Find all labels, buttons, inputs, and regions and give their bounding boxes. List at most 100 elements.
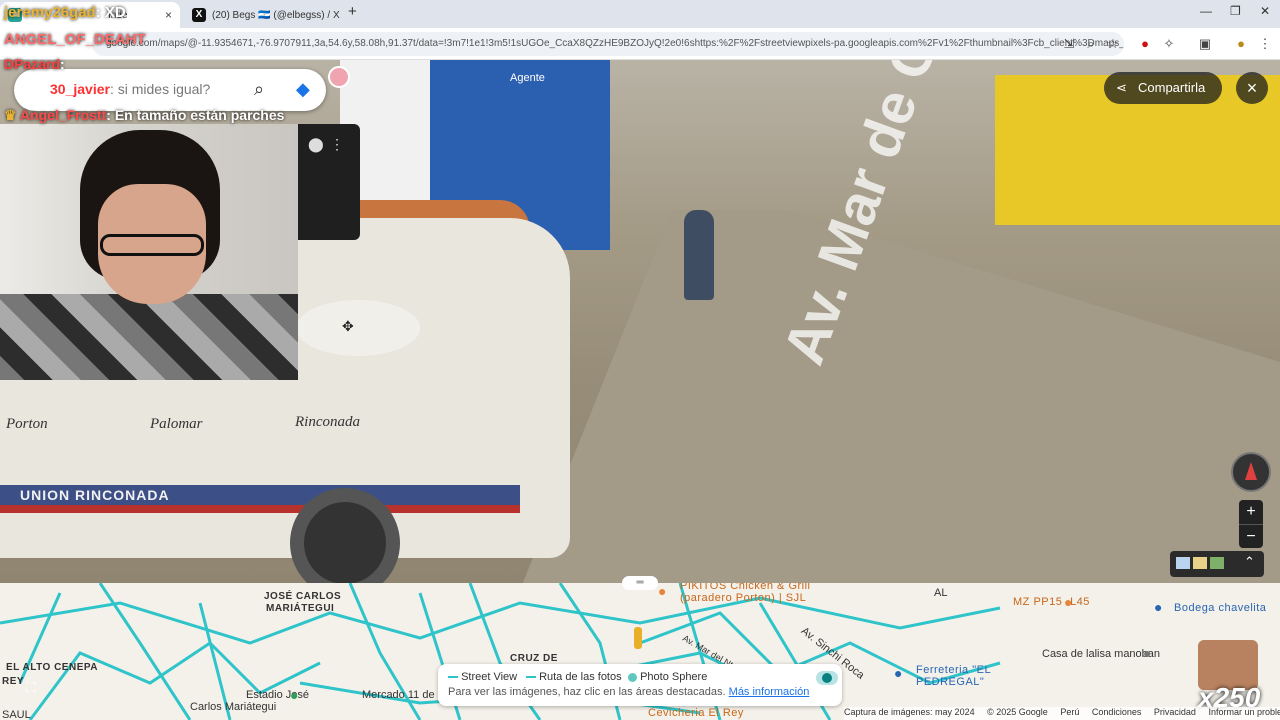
zoom-out-button[interactable]: − bbox=[1239, 524, 1263, 548]
map-label: CRUZ DE bbox=[510, 653, 558, 664]
cast-icon[interactable]: ▣ bbox=[1196, 35, 1214, 53]
zoom-in-button[interactable]: + bbox=[1239, 500, 1263, 524]
map-label: EL ALTO CENEPA bbox=[6, 662, 99, 673]
search-icon[interactable]: ⌕ bbox=[254, 79, 264, 100]
place-pin-icon[interactable]: ● bbox=[1143, 645, 1151, 661]
street-view-legend: Street View Ruta de las fotos Photo Sphe… bbox=[438, 664, 842, 706]
shop-pin-icon[interactable]: ● bbox=[1064, 594, 1072, 610]
van-label: Palomar bbox=[150, 416, 203, 432]
webcam-shirt bbox=[0, 294, 298, 380]
bookmark-star-icon[interactable]: ☆ bbox=[1104, 35, 1122, 53]
chat-message: ♛ Angel_Frostt: En tamaño están parches bbox=[4, 107, 284, 124]
poi-label[interactable]: MZ PP15 -L45 bbox=[1013, 596, 1090, 608]
privacy-link[interactable]: Privacidad bbox=[1154, 707, 1196, 717]
opera-icon[interactable]: ● bbox=[1136, 35, 1154, 53]
navigation-cursor[interactable]: ✥ bbox=[296, 300, 420, 356]
profile-avatar[interactable]: ● bbox=[1232, 35, 1250, 53]
location-pin-icon[interactable]: ⬤ bbox=[308, 136, 324, 153]
chat-message: 30_javier: si mides igual? bbox=[50, 81, 210, 97]
layer-thumb[interactable] bbox=[1193, 557, 1207, 569]
url-field[interactable]: google.com/maps/@-11.9354671,-76.9707911… bbox=[92, 32, 1124, 56]
layer-thumb[interactable] bbox=[1210, 557, 1224, 569]
fullscreen-icon[interactable]: ⛶ bbox=[26, 679, 36, 696]
chat-message: ANGEL_OF_DEAHT bbox=[4, 31, 146, 48]
menu-kebab-icon[interactable]: ⋮ bbox=[1256, 35, 1274, 53]
van-wheel bbox=[290, 488, 400, 598]
copyright: © 2025 Google bbox=[987, 707, 1048, 717]
map-footer: Captura de imágenes: may 2024 © 2025 Goo… bbox=[844, 707, 1280, 720]
hardware-pin-icon[interactable]: ● bbox=[894, 665, 902, 681]
x-icon: X bbox=[192, 8, 206, 22]
compass-needle bbox=[1245, 462, 1257, 480]
chat-text: : XD bbox=[95, 4, 126, 21]
line-swatch-icon bbox=[448, 676, 458, 679]
close-street-view-button[interactable]: × bbox=[1236, 72, 1268, 104]
van-stripe: UNION RINCONADA bbox=[0, 485, 520, 507]
chat-badge-icon: ♛ bbox=[4, 107, 20, 123]
street-view-pegman-icon[interactable] bbox=[328, 66, 350, 88]
pegman-marker[interactable] bbox=[634, 627, 642, 649]
tab-bar: ■ Inde × X (20) Begs 🇳🇮 (@elbegss) / X ×… bbox=[0, 0, 1280, 28]
restaurant-pin-icon[interactable]: ● bbox=[658, 583, 666, 599]
van-side-label: UNION RINCONADA bbox=[20, 487, 170, 503]
more-info-link[interactable]: Más información bbox=[729, 686, 810, 698]
share-button[interactable]: ⋖ Compartirla bbox=[1104, 72, 1222, 104]
poi-label[interactable]: PEDREGAL" bbox=[916, 676, 984, 688]
road-surface bbox=[520, 210, 1280, 583]
restore-icon[interactable]: ❐ bbox=[1230, 4, 1241, 18]
report-problem-link[interactable]: Informar un problema bbox=[1208, 707, 1280, 717]
expand-icon[interactable]: ⌃ bbox=[1244, 554, 1255, 570]
compass-icon[interactable] bbox=[1231, 452, 1271, 492]
close-tab-icon[interactable]: × bbox=[165, 8, 172, 22]
van-label: Rinconada bbox=[295, 414, 360, 430]
extensions-icon[interactable]: ✧ bbox=[1160, 35, 1178, 53]
legend-note: Para ver las imágenes, haz clic en las á… bbox=[448, 686, 809, 698]
poi-label[interactable]: (paradero Porton) | SJL bbox=[680, 592, 806, 604]
webcam-glasses bbox=[100, 234, 204, 256]
layer-thumb[interactable] bbox=[1176, 557, 1190, 569]
legend-label: Street View bbox=[461, 671, 518, 683]
app-window: ■ Inde × X (20) Begs 🇳🇮 (@elbegss) / X ×… bbox=[0, 0, 1280, 720]
minimize-icon[interactable]: — bbox=[1200, 4, 1212, 18]
dashed-swatch-icon bbox=[526, 676, 536, 679]
poi-label[interactable]: Ferreteria "EL bbox=[916, 664, 991, 676]
map-label: AL bbox=[934, 587, 948, 599]
chat-text: : si mides igual? bbox=[109, 81, 211, 97]
chat-username: jeremy26gad bbox=[4, 4, 96, 21]
chat-username: DPazard bbox=[4, 56, 61, 72]
more-options-icon[interactable]: ⋮ bbox=[330, 136, 344, 153]
close-window-icon[interactable]: ✕ bbox=[1260, 4, 1270, 18]
zoom-icon[interactable]: ⌕ bbox=[1082, 35, 1100, 53]
poi-label[interactable]: PIKITOS Chicken & Grill bbox=[680, 583, 811, 592]
terms-link[interactable]: Condiciones bbox=[1092, 707, 1142, 717]
chat-text: : En tamaño están parches bbox=[106, 107, 285, 123]
tab-title: (20) Begs 🇳🇮 (@elbegss) / X bbox=[212, 9, 340, 21]
move-cursor-icon: ✥ bbox=[342, 318, 354, 334]
legend-street-view: Street View bbox=[448, 671, 517, 683]
imagery-date: Captura de imágenes: may 2024 bbox=[844, 707, 975, 717]
install-icon[interactable]: ⇲ bbox=[1060, 35, 1078, 53]
collapse-handle-icon[interactable]: ═ bbox=[622, 576, 658, 590]
country-link[interactable]: Perú bbox=[1060, 707, 1079, 717]
poi-label[interactable]: Bodega chavelita bbox=[1174, 602, 1266, 614]
layer-thumbnails[interactable]: ⌃ bbox=[1170, 551, 1264, 577]
chat-text: : bbox=[60, 56, 65, 72]
van-red-stripe bbox=[0, 505, 520, 513]
stadium-pin-icon[interactable]: ● bbox=[290, 687, 298, 703]
map-label: Carlos Mariátegui bbox=[190, 701, 277, 713]
legend-label: Ruta de las fotos bbox=[539, 671, 622, 683]
poi-label[interactable]: Cevicheria El Rey bbox=[648, 707, 744, 719]
legend-photo-sphere: Photo Sphere bbox=[628, 671, 707, 683]
store-pin-icon[interactable]: ● bbox=[1154, 599, 1162, 615]
street-view-toggle[interactable] bbox=[816, 671, 838, 685]
chat-username: ANGEL_OF_DEAHT bbox=[4, 31, 146, 48]
new-tab-button[interactable]: + bbox=[348, 3, 357, 20]
chat-message: jeremy26gad: XD bbox=[4, 4, 126, 21]
directions-icon[interactable]: ◆ bbox=[296, 79, 310, 100]
map-label: REY bbox=[2, 676, 25, 687]
share-icon: ⋖ bbox=[1116, 80, 1127, 95]
tab-x[interactable]: X (20) Begs 🇳🇮 (@elbegss) / X × bbox=[184, 2, 340, 28]
chat-username: 30_javier bbox=[50, 81, 110, 97]
street-view-side-panel: ⬤ ⋮ bbox=[298, 124, 360, 240]
chat-message: DPazard: bbox=[4, 56, 65, 72]
